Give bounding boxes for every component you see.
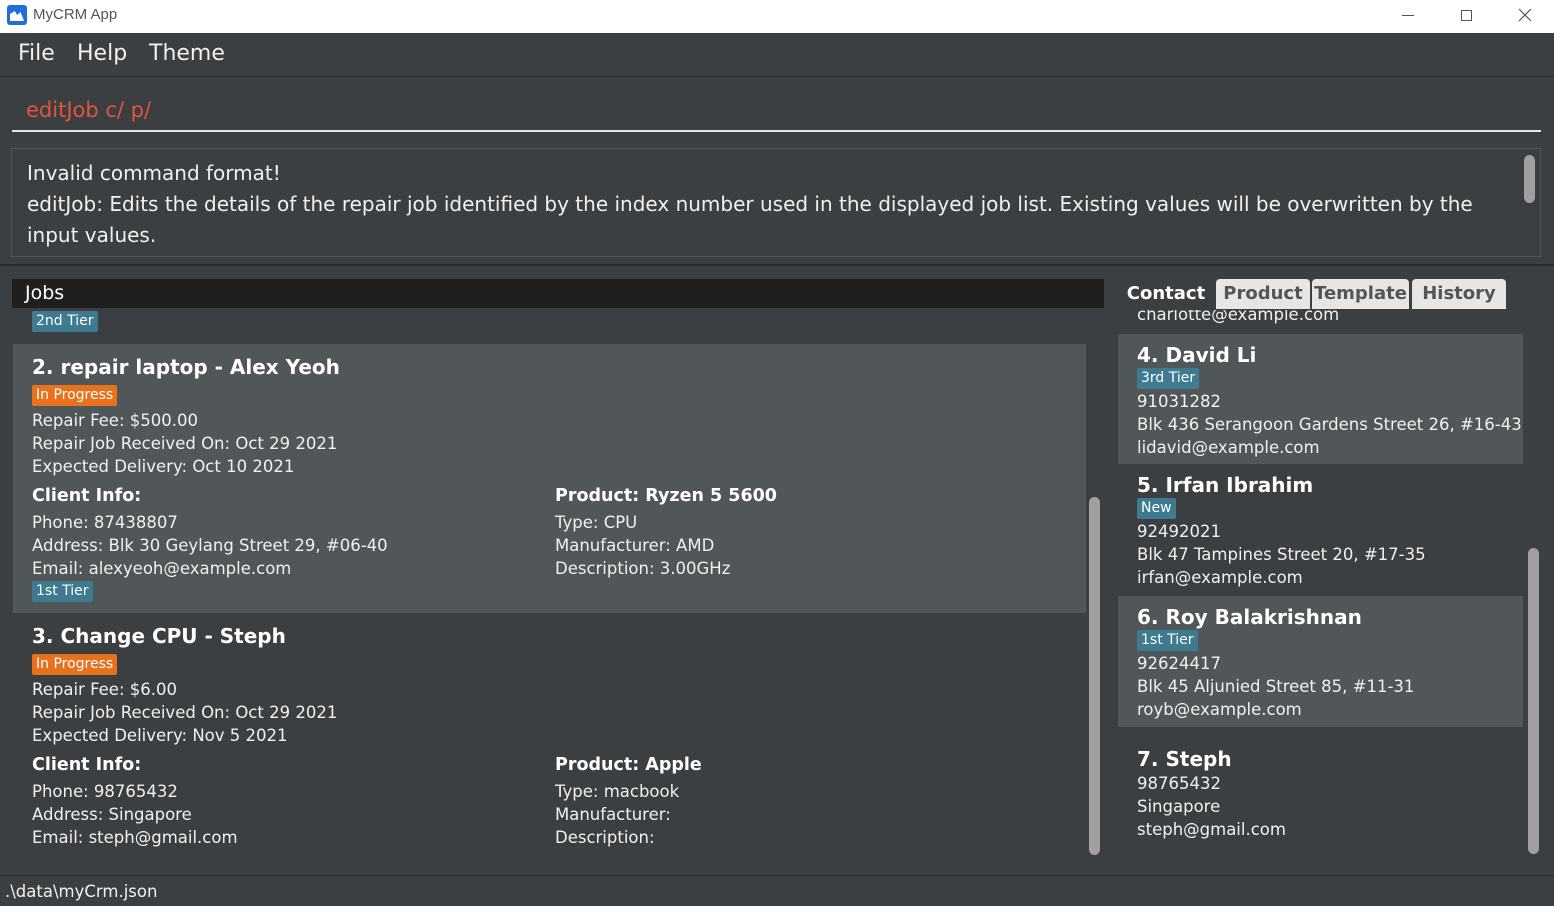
contact-address: Singapore — [1137, 797, 1221, 816]
tier-tag: 2nd Tier — [32, 311, 98, 332]
tier-tag: 1st Tier — [1137, 630, 1198, 651]
product-type: Type: CPU — [555, 513, 638, 532]
status-bar: .\data\myCrm.json — [0, 875, 1554, 906]
command-input[interactable] — [12, 90, 1541, 132]
tier-tag: 1st Tier — [32, 581, 93, 602]
contact-phone: 98765432 — [1137, 774, 1221, 793]
client-phone: Phone: 87438807 — [32, 513, 178, 532]
contact-phone: 92624417 — [1137, 654, 1221, 673]
contact-card[interactable]: 5. Irfan Ibrahim New 92492021 Blk 47 Tam… — [1118, 464, 1523, 596]
jobs-title: Jobs — [25, 282, 65, 304]
contact-email: charlotte@example.com — [1137, 310, 1340, 324]
contact-address: Blk 45 Aljunied Street 85, #11-31 — [1137, 677, 1415, 696]
received-date: Repair Job Received On: Oct 29 2021 — [32, 703, 338, 722]
contact-phone: 92492021 — [1137, 522, 1221, 541]
client-email: Email: alexyeoh@example.com — [32, 559, 292, 578]
client-address: Address: Singapore — [32, 805, 192, 824]
product-heading: Product: Apple — [555, 755, 702, 775]
contact-email: royb@example.com — [1137, 700, 1302, 719]
contact-card[interactable]: 6. Roy Balakrishnan 1st Tier 92624417 Bl… — [1118, 596, 1523, 727]
status-badge: In Progress — [32, 385, 118, 406]
contact-email: steph@gmail.com — [1137, 820, 1286, 839]
result-text: Invalid command format! editJob: Edits t… — [27, 158, 1497, 251]
client-address: Address: Blk 30 Geylang Street 29, #06-4… — [32, 536, 388, 555]
received-date: Repair Job Received On: Oct 29 2021 — [32, 434, 338, 453]
tab-template[interactable]: Template — [1312, 279, 1409, 309]
jobs-scrollbar[interactable] — [1089, 497, 1100, 855]
contact-name: 5. Irfan Ibrahim — [1137, 473, 1314, 497]
client-email: Email: steph@gmail.com — [32, 828, 238, 847]
jobs-list: 2nd Tier 2. repair laptop - Alex Yeoh In… — [13, 308, 1086, 859]
result-line-error: Invalid command format! — [27, 161, 281, 185]
tab-bar: Contact Product Template History — [1118, 279, 1541, 310]
job-title: 2. repair laptop - Alex Yeoh — [32, 355, 340, 379]
client-info-heading: Client Info: — [32, 486, 142, 506]
menu-theme[interactable]: Theme — [149, 41, 225, 66]
contacts-scrollbar[interactable] — [1528, 548, 1539, 854]
menu-bar: File Help Theme — [0, 33, 1554, 77]
job-card-partial[interactable]: 2nd Tier — [13, 308, 1086, 344]
contact-name: 6. Roy Balakrishnan — [1137, 605, 1362, 629]
expected-delivery: Expected Delivery: Oct 10 2021 — [32, 457, 295, 476]
contact-card[interactable]: 7. Steph 98765432 Singapore steph@gmail.… — [1118, 727, 1523, 859]
menu-file[interactable]: File — [18, 41, 55, 66]
status-badge: In Progress — [32, 654, 118, 675]
result-display: Invalid command format! editJob: Edits t… — [11, 148, 1541, 257]
product-description: Description: — [555, 828, 655, 847]
product-manufacturer: Manufacturer: AMD — [555, 536, 715, 555]
data-file-path: .\data\myCrm.json — [5, 882, 158, 901]
contact-email: irfan@example.com — [1137, 568, 1303, 587]
expected-delivery: Expected Delivery: Nov 5 2021 — [32, 726, 288, 745]
close-button[interactable] — [1496, 0, 1554, 30]
product-description: Description: 3.00GHz — [555, 559, 731, 578]
tab-product[interactable]: Product — [1216, 279, 1310, 309]
close-icon — [1518, 8, 1532, 22]
product-heading: Product: Ryzen 5 5600 — [555, 486, 777, 506]
jobs-header: Jobs — [12, 279, 1104, 308]
contact-phone: 91031282 — [1137, 392, 1221, 411]
maximize-button[interactable] — [1437, 0, 1495, 30]
app-logo-icon — [7, 5, 27, 25]
contact-list: charlotte@example.com 4. David Li 3rd Ti… — [1118, 310, 1523, 859]
product-type: Type: macbook — [555, 782, 680, 801]
tab-history[interactable]: History — [1412, 279, 1506, 309]
tab-contact[interactable]: Contact — [1118, 279, 1214, 309]
contact-card[interactable]: 4. David Li 3rd Tier 91031282 Blk 436 Se… — [1118, 334, 1523, 464]
minimize-button[interactable] — [1379, 0, 1437, 30]
title-bar: MyCRM App — [0, 0, 1554, 33]
tier-tag: 3rd Tier — [1137, 368, 1200, 389]
menu-help[interactable]: Help — [77, 41, 127, 66]
window-title: MyCRM App — [33, 6, 118, 23]
contact-name: 4. David Li — [1137, 343, 1257, 367]
minimize-icon — [1402, 14, 1414, 16]
contact-name: 7. Steph — [1137, 747, 1232, 771]
new-tag: New — [1137, 498, 1176, 519]
repair-fee: Repair Fee: $6.00 — [32, 680, 178, 699]
client-info-heading: Client Info: — [32, 755, 142, 775]
result-line-usage: editJob: Edits the details of the repair… — [27, 192, 1473, 247]
contact-address: Blk 47 Tampines Street 20, #17-35 — [1137, 545, 1426, 564]
side-panel: Contact Product Template History charlot… — [1118, 279, 1541, 859]
job-card[interactable]: 3. Change CPU - Steph In Progress Repair… — [13, 613, 1086, 859]
job-title: 3. Change CPU - Steph — [32, 624, 286, 648]
repair-fee: Repair Fee: $500.00 — [32, 411, 198, 430]
result-scrollbar[interactable] — [1524, 155, 1535, 203]
client-phone: Phone: 98765432 — [32, 782, 178, 801]
product-manufacturer: Manufacturer: — [555, 805, 671, 824]
jobs-panel: Jobs 2nd Tier 2. repair laptop - Alex Ye… — [12, 279, 1104, 859]
contact-card-partial[interactable]: charlotte@example.com — [1118, 310, 1523, 334]
contact-address: Blk 436 Serangoon Gardens Street 26, #16… — [1137, 415, 1522, 434]
job-card[interactable]: 2. repair laptop - Alex Yeoh In Progress… — [13, 344, 1086, 613]
divider — [0, 264, 1554, 266]
maximize-icon — [1460, 9, 1472, 21]
command-area — [0, 78, 1554, 140]
contact-email: lidavid@example.com — [1137, 438, 1320, 457]
